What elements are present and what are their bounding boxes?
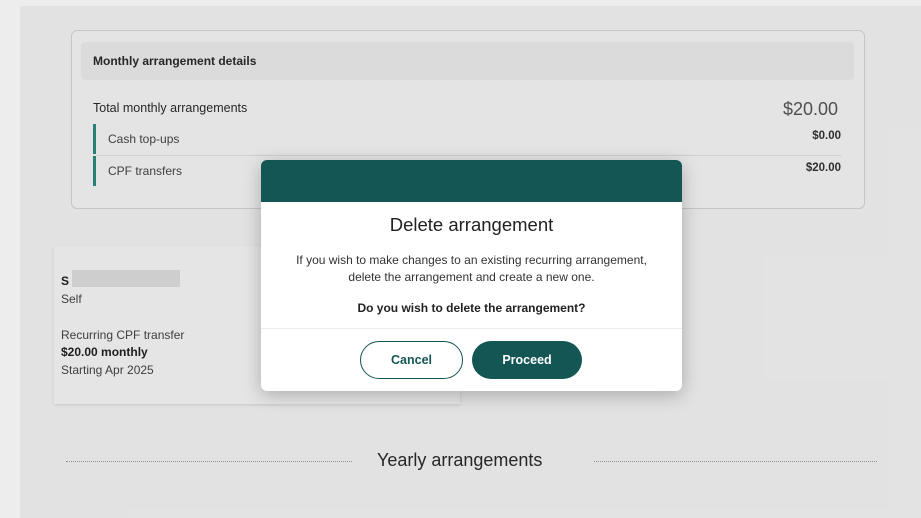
dialog-message: If you wish to make changes to an existi… bbox=[267, 252, 676, 286]
dialog-message-line-1: If you wish to make changes to an existi… bbox=[296, 253, 647, 267]
dialog-divider bbox=[261, 328, 682, 329]
dialog-question: Do you wish to delete the arrangement? bbox=[357, 301, 586, 315]
proceed-button[interactable]: Proceed bbox=[472, 341, 582, 379]
dialog-title: Delete arrangement bbox=[389, 214, 554, 235]
delete-arrangement-dialog: Delete arrangement If you wish to make c… bbox=[261, 160, 682, 391]
cancel-button[interactable]: Cancel bbox=[360, 341, 463, 379]
dialog-header-band bbox=[261, 160, 682, 202]
dialog-message-line-2: delete the arrangement and create a new … bbox=[348, 270, 595, 284]
